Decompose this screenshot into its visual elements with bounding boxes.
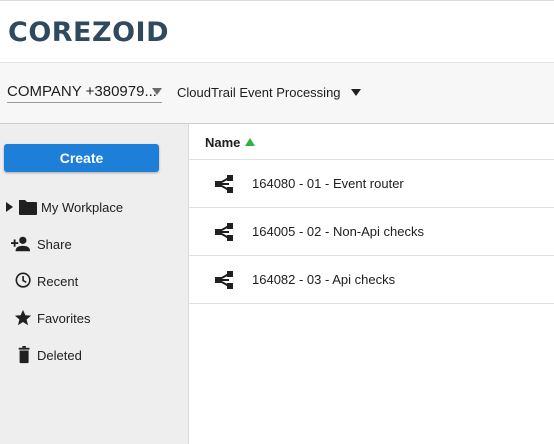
sidebar-item-label: Deleted	[37, 348, 82, 363]
sidebar-item-recent[interactable]: Recent	[0, 267, 189, 295]
caret-down-icon	[350, 88, 361, 96]
trash-icon	[18, 346, 30, 364]
corezoid-logo[interactable]: COREZOID	[8, 17, 169, 48]
sidebar-item-label: Recent	[37, 274, 79, 289]
sidebar: Create My Workplace Share Recent Favorit…	[0, 124, 189, 444]
folder-icon	[19, 200, 37, 215]
company-select[interactable]: COMPANY +380979...	[7, 81, 162, 103]
top-bar: COREZOID	[0, 0, 554, 62]
sidebar-item-label: Share	[37, 237, 72, 252]
sidebar-item-deleted[interactable]: Deleted	[0, 341, 189, 369]
list-item[interactable]: 164080 - 01 - Event router	[189, 160, 554, 208]
list-header: Name	[189, 124, 554, 160]
project-select[interactable]: CloudTrail Event Processing	[177, 81, 361, 103]
process-icon	[215, 223, 233, 241]
project-select-label: CloudTrail Event Processing	[177, 84, 341, 100]
create-button[interactable]: Create	[4, 144, 159, 172]
process-name: 164005 - 02 - Non-Api checks	[252, 224, 424, 239]
company-select-label: COMPANY +380979...	[7, 83, 157, 100]
sidebar-item-label: Favorites	[37, 311, 91, 326]
process-name: 164082 - 03 - Api checks	[252, 272, 396, 287]
process-name: 164080 - 01 - Event router	[252, 176, 404, 191]
process-icon	[215, 175, 233, 193]
expand-arrow-icon[interactable]	[6, 202, 13, 212]
process-list: Name 164080 - 01 - Event router 164005 -…	[189, 124, 554, 444]
chevron-down-icon	[152, 88, 162, 95]
clock-icon	[15, 272, 31, 288]
sort-ascending-icon[interactable]	[245, 138, 255, 146]
process-icon	[215, 271, 233, 289]
add-person-icon	[11, 236, 31, 252]
list-item[interactable]: 164082 - 03 - Api checks	[189, 256, 554, 304]
column-header-name[interactable]: Name	[205, 135, 240, 150]
sidebar-item-label: My Workplace	[41, 200, 124, 215]
context-bar: COMPANY +380979... CloudTrail Event Proc…	[0, 62, 554, 124]
sidebar-item-my-workplace[interactable]: My Workplace	[0, 193, 189, 221]
sidebar-item-share[interactable]: Share	[0, 230, 189, 258]
sidebar-item-favorites[interactable]: Favorites	[0, 304, 189, 332]
list-item[interactable]: 164005 - 02 - Non-Api checks	[189, 208, 554, 256]
star-icon	[14, 309, 32, 326]
